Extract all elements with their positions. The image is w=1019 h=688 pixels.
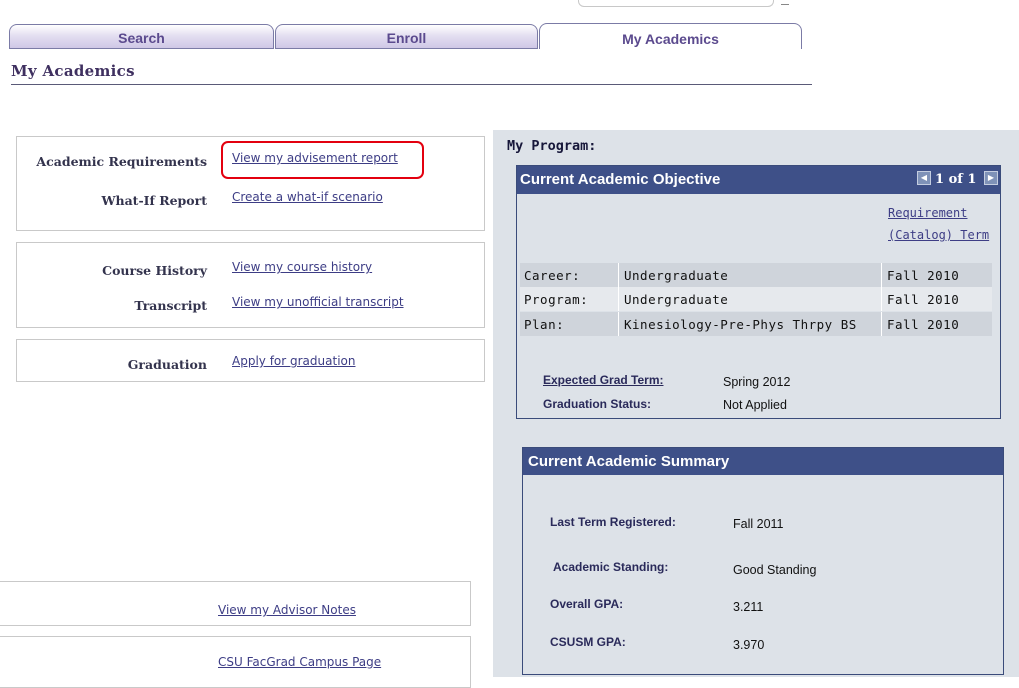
column-divider bbox=[881, 263, 882, 287]
expected-grad-term-link[interactable]: Expected Grad Term: bbox=[543, 373, 663, 387]
expected-grad-term-value: Spring 2012 bbox=[723, 375, 791, 389]
tab-enroll-label: Enroll bbox=[386, 30, 427, 46]
requirement-term-link[interactable]: Requirement bbox=[888, 206, 967, 220]
what-if-report-label: What-If Report bbox=[101, 193, 207, 208]
column-divider bbox=[618, 263, 619, 287]
row-label: Program: bbox=[524, 292, 589, 307]
last-term-label: Last Term Registered: bbox=[550, 515, 676, 529]
pager-text: 1 of 1 bbox=[935, 172, 977, 187]
prev-arrow-icon[interactable]: ◀ bbox=[917, 171, 931, 185]
requirement-term-link-line2[interactable]: (Catalog) Term bbox=[888, 228, 989, 242]
unofficial-transcript-link[interactable]: View my unofficial transcript bbox=[232, 295, 404, 309]
csusm-gpa-value: 3.970 bbox=[733, 638, 765, 652]
overall-gpa-label: Overall GPA: bbox=[550, 597, 624, 611]
graduation-status-value: Not Applied bbox=[723, 398, 787, 412]
row-value: Undergraduate bbox=[624, 268, 729, 283]
table-row: Plan: Kinesiology-Pre-Phys Thrpy BS Fall… bbox=[520, 312, 992, 336]
my-program-heading: My Program: bbox=[507, 138, 597, 154]
academic-standing-value: Good Standing bbox=[733, 563, 817, 577]
page-title: My Academics bbox=[11, 62, 135, 80]
tab-my-academics-label: My Academics bbox=[622, 31, 719, 47]
what-if-scenario-link[interactable]: Create a what-if scenario bbox=[232, 190, 383, 204]
column-divider bbox=[618, 312, 619, 336]
row-label: Plan: bbox=[524, 317, 565, 332]
column-divider bbox=[618, 287, 619, 311]
tab-search[interactable]: Search bbox=[9, 24, 274, 48]
tab-search-label: Search bbox=[118, 30, 165, 46]
tab-underline bbox=[275, 48, 538, 49]
table-row: Program: Undergraduate Fall 2010 bbox=[520, 287, 992, 311]
highlight-box bbox=[221, 141, 424, 179]
row-value: Undergraduate bbox=[624, 292, 729, 307]
transcript-label: Transcript bbox=[134, 298, 207, 313]
row-term: Fall 2010 bbox=[887, 268, 960, 283]
row-term: Fall 2010 bbox=[887, 292, 960, 307]
academic-objective-title: Current Academic Objective bbox=[520, 171, 721, 188]
next-arrow-icon[interactable]: ▶ bbox=[984, 171, 998, 185]
title-divider bbox=[11, 84, 812, 85]
tab-my-academics[interactable]: My Academics bbox=[539, 23, 802, 49]
top-search-field[interactable] bbox=[578, 0, 774, 7]
apply-graduation-link[interactable]: Apply for graduation bbox=[232, 354, 355, 368]
row-label: Career: bbox=[524, 268, 581, 283]
course-history-link[interactable]: View my course history bbox=[232, 260, 372, 274]
academic-summary-title: Current Academic Summary bbox=[528, 453, 730, 470]
academic-requirements-label: Academic Requirements bbox=[36, 154, 207, 169]
csusm-gpa-label: CSUSM GPA: bbox=[550, 635, 626, 649]
history-box bbox=[16, 242, 485, 328]
tab-enroll[interactable]: Enroll bbox=[275, 24, 538, 48]
graduation-status-label: Graduation Status: bbox=[543, 397, 652, 411]
column-divider bbox=[881, 287, 882, 311]
tab-underline bbox=[9, 48, 274, 49]
academic-standing-label: Academic Standing: bbox=[553, 560, 669, 574]
graduation-label: Graduation bbox=[127, 357, 207, 372]
column-divider bbox=[881, 312, 882, 336]
course-history-label: Course History bbox=[102, 263, 207, 278]
facgrad-campus-link[interactable]: CSU FacGrad Campus Page bbox=[218, 655, 381, 669]
last-term-value: Fall 2011 bbox=[733, 517, 784, 531]
overall-gpa-value: 3.211 bbox=[733, 600, 764, 614]
row-value: Kinesiology-Pre-Phys Thrpy BS bbox=[624, 317, 857, 332]
advisor-notes-link[interactable]: View my Advisor Notes bbox=[218, 603, 356, 617]
top-dash bbox=[781, 4, 789, 5]
row-term: Fall 2010 bbox=[887, 317, 960, 332]
table-row: Career: Undergraduate Fall 2010 bbox=[520, 263, 992, 287]
